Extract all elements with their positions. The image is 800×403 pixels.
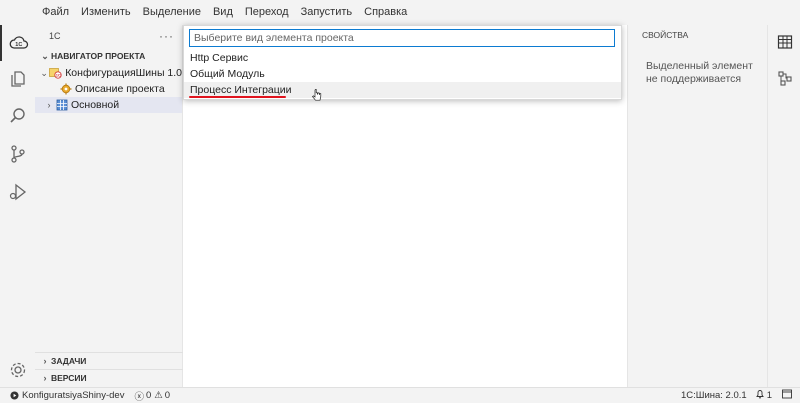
quick-pick-item-integration-process[interactable]: Процесс Интеграции [184, 82, 621, 98]
quick-pick-item-http-service[interactable]: Http Сервис [184, 50, 621, 66]
tree-item-label: КонфигурацияШины 1.0 [65, 67, 182, 79]
menu-edit[interactable]: Изменить [75, 0, 137, 25]
tree-item-main[interactable]: › Основной [35, 97, 182, 113]
layout-icon[interactable] [782, 389, 792, 402]
sidebar-header: 1С ··· [35, 25, 182, 47]
run-debug-icon[interactable] [0, 174, 35, 210]
settings-gear-icon [59, 83, 72, 95]
quick-pick-item-common-module[interactable]: Общий Модуль [184, 66, 621, 82]
activity-bar: 1C [0, 25, 35, 387]
section-tasks[interactable]: › ЗАДАЧИ [35, 352, 183, 369]
properties-title: СВОЙСТВА [642, 30, 689, 40]
warning-count: 0 [164, 390, 171, 401]
menu-run[interactable]: Запустить [295, 0, 359, 25]
grid-module-icon [55, 99, 68, 111]
notification-count: 1 [766, 390, 772, 401]
item-label: Процесс Интеграции [190, 84, 292, 96]
table-icon[interactable] [768, 27, 800, 57]
svg-text:1C: 1C [15, 42, 22, 48]
section-versions[interactable]: › ВЕРСИИ [35, 369, 183, 386]
right-activity-bar [767, 25, 800, 387]
search-icon[interactable] [0, 98, 35, 134]
mouse-pointer-icon [312, 88, 322, 105]
menu-view[interactable]: Вид [207, 0, 239, 25]
bell-icon[interactable] [755, 389, 765, 402]
error-count: 0 [145, 390, 152, 401]
problems-status[interactable]: ⓧ 0 ⚠ 0 [134, 389, 170, 403]
cloud-1c-icon[interactable]: 1C [0, 25, 35, 61]
svg-text:1C: 1C [56, 73, 61, 78]
section-title: ВЕРСИИ [51, 373, 87, 383]
settings-gear-icon[interactable] [0, 352, 35, 388]
tree-item-label: Основной [71, 99, 120, 111]
tree-item-label: Описание проекта [75, 83, 165, 95]
structure-icon[interactable] [768, 63, 800, 93]
tree-item-configuration[interactable]: ⌄ 1C КонфигурацияШины 1.0 [35, 65, 182, 81]
menu-help[interactable]: Справка [358, 0, 413, 25]
project-name: KonfiguratsiyaShiny-dev [22, 390, 125, 401]
status-bar: KonfiguratsiyaShiny-dev ⓧ 0 ⚠ 0 1С:Шина:… [0, 387, 800, 403]
menu-selection[interactable]: Выделение [137, 0, 207, 25]
configuration-icon: 1C [49, 67, 62, 79]
red-underline-annotation [189, 96, 286, 98]
menu-bar: Файл Изменить Выделение Вид Переход Запу… [0, 0, 800, 25]
play-circle-icon [10, 391, 19, 400]
error-icon: ⓧ [134, 391, 144, 403]
properties-panel: СВОЙСТВА Выделенный элемент не поддержив… [627, 25, 767, 387]
project-status[interactable]: KonfiguratsiyaShiny-dev [10, 390, 124, 401]
section-title: ЗАДАЧИ [51, 356, 87, 366]
chevron-right-icon: › [47, 100, 51, 110]
sidebar-title: 1С [49, 31, 61, 41]
source-control-icon[interactable] [0, 136, 35, 172]
section-project-navigator[interactable]: ⌄ НАВИГАТОР ПРОЕКТА [35, 47, 182, 65]
chevron-down-icon: ⌄ [41, 50, 49, 61]
properties-message: Выделенный элемент не поддерживается [646, 60, 753, 85]
menu-go[interactable]: Переход [239, 0, 295, 25]
chevron-right-icon: › [43, 373, 47, 383]
quick-pick-dialog: Http Сервис Общий Модуль Процесс Интегра… [183, 25, 622, 100]
menu-file[interactable]: Файл [36, 0, 75, 25]
explorer-sidebar: 1С ··· ⌄ НАВИГАТОР ПРОЕКТА ⌄ 1C Конфигур… [35, 25, 183, 387]
element-kind-search-input[interactable] [189, 29, 615, 47]
version-status[interactable]: 1С:Шина: 2.0.1 [681, 390, 747, 401]
chevron-down-icon: ⌄ [40, 67, 48, 78]
more-actions-button[interactable]: ··· [159, 29, 174, 43]
section-title: НАВИГАТОР ПРОЕКТА [51, 51, 146, 61]
warning-icon: ⚠ [154, 390, 163, 401]
tree-item-project-description[interactable]: Описание проекта [35, 81, 182, 97]
chevron-right-icon: › [43, 356, 47, 366]
files-icon[interactable] [0, 61, 35, 97]
